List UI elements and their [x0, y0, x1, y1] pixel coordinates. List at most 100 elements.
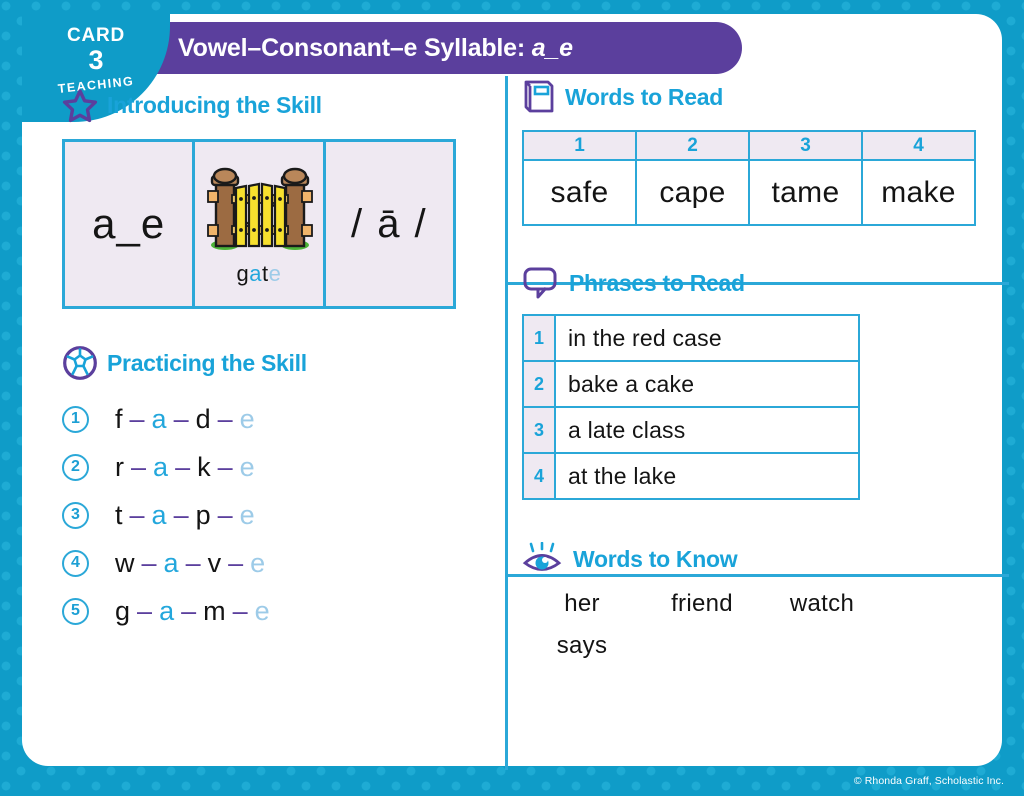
words-table-header-row: 1234: [522, 130, 976, 161]
letter-separator: –: [185, 547, 202, 578]
intro-cell-picture: gate: [192, 142, 322, 306]
word-to-know: says: [556, 632, 608, 659]
practice-item-letters: r – a – k – e: [115, 452, 256, 483]
words-to-read-table: 1234 safe cape tame make: [522, 130, 976, 226]
letter-separator: –: [129, 403, 146, 434]
phrase-text: at the lake: [554, 452, 860, 500]
picture-word-part: g: [236, 261, 250, 286]
practice-letter: a: [151, 499, 168, 530]
practice-row: 2 r – a – k – e: [62, 443, 492, 491]
speech-bubble-icon: [522, 266, 560, 300]
copyright-notice: © Rhonda Graff, Scholastic Inc.: [853, 775, 1004, 787]
star-icon: [62, 88, 98, 123]
title-main-text: Vowel–Consonant–e Syllable:: [178, 33, 526, 62]
intro-cell-pattern: a_e: [65, 142, 192, 306]
badge-card-number: 3: [88, 45, 104, 75]
letter-separator: –: [181, 595, 198, 626]
word-to-know: watch: [789, 590, 855, 617]
words-table-column-number: 2: [635, 130, 750, 161]
practice-row: 4 w – a – v – e: [62, 539, 492, 587]
words-table-row: safe cape tame make: [522, 159, 976, 226]
letter-separator: –: [175, 451, 192, 482]
right-column: Words to Read 1234 safe cape tame make Phra…: [522, 78, 1006, 768]
practice-list: 1 f – a – d – e 2 r – a – k – e 3 t – a – p – e 4 w – a – v – e 5 g – a – m – e: [62, 395, 492, 635]
words-table-column-number: 4: [861, 130, 976, 161]
words-to-know-title: Words to Know: [573, 545, 738, 572]
soccer-ball-icon: [62, 345, 98, 381]
spelling-pattern: a_e: [92, 200, 166, 247]
letter-separator: –: [141, 547, 158, 578]
practice-letter: a: [151, 403, 168, 434]
practice-item-number: 1: [62, 405, 89, 433]
letter-separator: –: [217, 403, 234, 434]
introducing-skill-box: a_e gate / ā /: [62, 139, 456, 309]
practice-row: 1 f – a – d – e: [62, 395, 492, 443]
practice-letter: f: [115, 403, 124, 434]
letter-separator: –: [232, 595, 249, 626]
teaching-card: Vowel–Consonant–e Syllable: a_e CARD 3 T…: [0, 0, 1024, 796]
practice-item-letters: f – a – d – e: [115, 404, 256, 435]
page-title: Vowel–Consonant–e Syllable: a_e: [178, 34, 573, 63]
picture-word-part: a: [249, 261, 263, 286]
phrases-to-read-title: Phrases to Read: [569, 269, 745, 296]
practice-item-number: 5: [62, 597, 89, 625]
title-emphasis-text: a_e: [531, 33, 573, 62]
practice-item-letters: t – a – p – e: [115, 500, 256, 531]
words-table-cell: cape: [635, 159, 750, 226]
words-to-read-title: Words to Read: [565, 83, 723, 110]
practice-row: 5 g – a – m – e: [62, 587, 492, 635]
eye-icon: [522, 541, 564, 576]
phrase-text: a late class: [554, 406, 860, 454]
phrases-table-row: 4 at the lake: [522, 452, 860, 500]
phrase-number: 1: [522, 314, 556, 362]
practice-letter: e: [239, 451, 256, 482]
words-to-know-list: her friend watch says: [522, 590, 882, 660]
words-table-column-number: 1: [522, 130, 637, 161]
words-table-cell: make: [861, 159, 976, 226]
practice-letter: p: [195, 499, 212, 530]
practice-letter: v: [207, 547, 223, 578]
practice-letter: g: [115, 595, 132, 626]
column-divider: [505, 76, 508, 770]
words-table-column-number: 3: [748, 130, 863, 161]
phrases-table-row: 3a late class: [522, 406, 860, 454]
practice-item-letters: w – a – v – e: [115, 548, 266, 579]
phoneme-sound: / ā /: [350, 201, 428, 246]
phrases-to-read-heading: Phrases to Read: [522, 266, 1006, 300]
words-table-cell: tame: [748, 159, 863, 226]
practicing-the-skill-title: Practicing the Skill: [107, 349, 307, 376]
words-to-read-heading: Words to Read: [522, 78, 1006, 116]
practice-letter: e: [239, 499, 256, 530]
introducing-the-skill-title: Introducing the Skill: [107, 92, 322, 118]
letter-separator: –: [228, 547, 245, 578]
practice-item-number: 2: [62, 453, 89, 481]
letter-separator: –: [173, 499, 190, 530]
letter-separator: –: [217, 499, 234, 530]
letter-separator: –: [217, 451, 234, 482]
practice-letter: r: [115, 451, 125, 482]
words-to-know-heading: Words to Know: [522, 541, 1006, 576]
book-icon: [522, 78, 556, 116]
practice-letter: t: [115, 499, 124, 530]
picture-word-part: t: [262, 261, 269, 286]
phrases-table-row: 1 in the red case: [522, 314, 860, 362]
practice-letter: k: [197, 451, 212, 482]
picture-word: gate: [237, 261, 282, 287]
practice-row: 3 t – a – p – e: [62, 491, 492, 539]
practicing-the-skill-heading: Practicing the Skill: [62, 345, 492, 381]
word-to-know: her: [564, 590, 600, 617]
word-to-know: friend: [671, 590, 733, 617]
practice-letter: e: [254, 595, 271, 626]
words-table-cell: safe: [522, 159, 637, 226]
intro-cell-sound: / ā /: [322, 142, 453, 306]
phrase-number: 4: [522, 452, 556, 500]
practice-letter: m: [203, 595, 227, 626]
letter-separator: –: [173, 403, 190, 434]
card-page: Vowel–Consonant–e Syllable: a_e CARD 3 T…: [22, 14, 1009, 770]
practice-item-number: 3: [62, 501, 89, 529]
phrase-text: in the red case: [554, 314, 860, 362]
introducing-the-skill-heading: Introducing the Skill: [62, 88, 492, 123]
practice-item-letters: g – a – m – e: [115, 596, 271, 627]
picture-word-part: e: [268, 261, 282, 286]
phrase-number: 2: [522, 360, 556, 408]
